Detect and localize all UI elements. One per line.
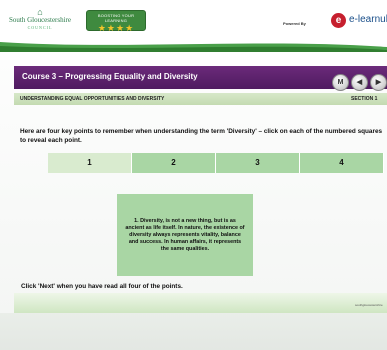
badge-text: BOOSTING YOUR LEARNING <box>97 13 135 23</box>
council-logo-sub: COUNCIL <box>27 25 53 30</box>
council-logo: ⌂ South Gloucestershire COUNCIL <box>6 8 74 32</box>
course-title: Course 3 – Progressing Equality and Dive… <box>22 72 198 81</box>
badge-stars: ★★★★ <box>97 23 135 33</box>
course-subtitle: UNDERSTANDING EQUAL OPPORTUNITIES AND DI… <box>20 96 165 102</box>
learning-badge: BOOSTING YOUR LEARNING ★★★★ <box>86 10 146 33</box>
point-text: 1. Diversity, is not a new thing, but is… <box>125 218 245 252</box>
next-button[interactable]: ▶ <box>370 74 387 91</box>
point-tab-2[interactable]: 2 <box>132 153 216 173</box>
brand-name: e-learnuk.co <box>349 14 387 25</box>
course-page: ⌂ South Gloucestershire COUNCIL BOOSTING… <box>0 0 387 350</box>
footer-instruction: Click 'Next' when you have read all four… <box>21 283 183 290</box>
navigation-controls: M ◀ ▶ <box>332 74 387 92</box>
powered-by-label: Powered By <box>283 21 306 26</box>
point-tab-1[interactable]: 1 <box>48 153 132 173</box>
point-tab-4[interactable]: 4 <box>300 153 384 173</box>
header-wave <box>0 42 387 52</box>
instruction-text: Here are four key points to remember whe… <box>20 128 383 144</box>
section-label: SECTION 1 <box>351 96 378 102</box>
council-logo-name: South Gloucestershire <box>8 16 71 24</box>
footer-url: southgloucestershire <box>355 303 383 307</box>
point-tab-3[interactable]: 3 <box>216 153 300 173</box>
footer-strip <box>14 293 387 313</box>
point-tabs: 1 2 3 4 <box>48 153 387 173</box>
menu-button[interactable]: M <box>332 74 349 91</box>
page-reflection <box>0 313 387 350</box>
section-bar: UNDERSTANDING EQUAL OPPORTUNITIES AND DI… <box>14 93 387 105</box>
point-content-box: 1. Diversity, is not a new thing, but is… <box>117 194 253 276</box>
back-button[interactable]: ◀ <box>351 74 368 91</box>
elearn-logo-icon: e <box>331 13 346 28</box>
